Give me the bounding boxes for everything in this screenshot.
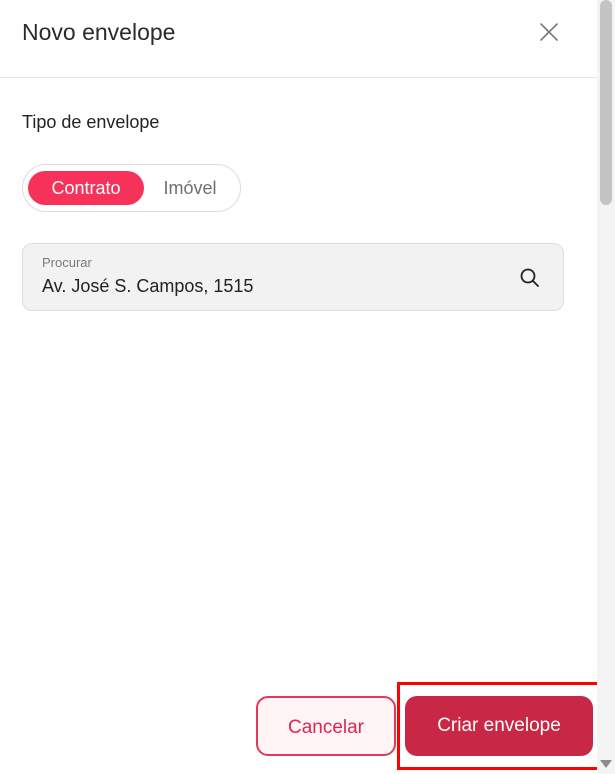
search-input[interactable]: [42, 276, 502, 297]
toggle-option-contrato[interactable]: Contrato: [28, 171, 144, 205]
search-field-label: Procurar: [42, 255, 92, 270]
create-envelope-button[interactable]: Criar envelope: [405, 696, 593, 756]
scrollbar[interactable]: [597, 0, 615, 774]
dialog-header: Novo envelope: [0, 0, 597, 78]
search-field[interactable]: Procurar: [22, 243, 564, 311]
envelope-type-toggle: Contrato Imóvel: [22, 164, 241, 212]
close-button[interactable]: [534, 17, 564, 47]
cancel-button[interactable]: Cancelar: [256, 696, 396, 756]
search-button[interactable]: [518, 266, 542, 290]
scrollbar-thumb[interactable]: [600, 0, 612, 205]
new-envelope-dialog: Novo envelope Tipo de envelope Contrato …: [0, 0, 615, 774]
toggle-option-imovel[interactable]: Imóvel: [149, 171, 231, 205]
search-icon: [520, 268, 539, 287]
dialog-title: Novo envelope: [22, 19, 176, 45]
scroll-down-arrow-icon[interactable]: [600, 760, 612, 768]
close-icon: [540, 23, 558, 41]
envelope-type-label: Tipo de envelope: [22, 112, 160, 132]
